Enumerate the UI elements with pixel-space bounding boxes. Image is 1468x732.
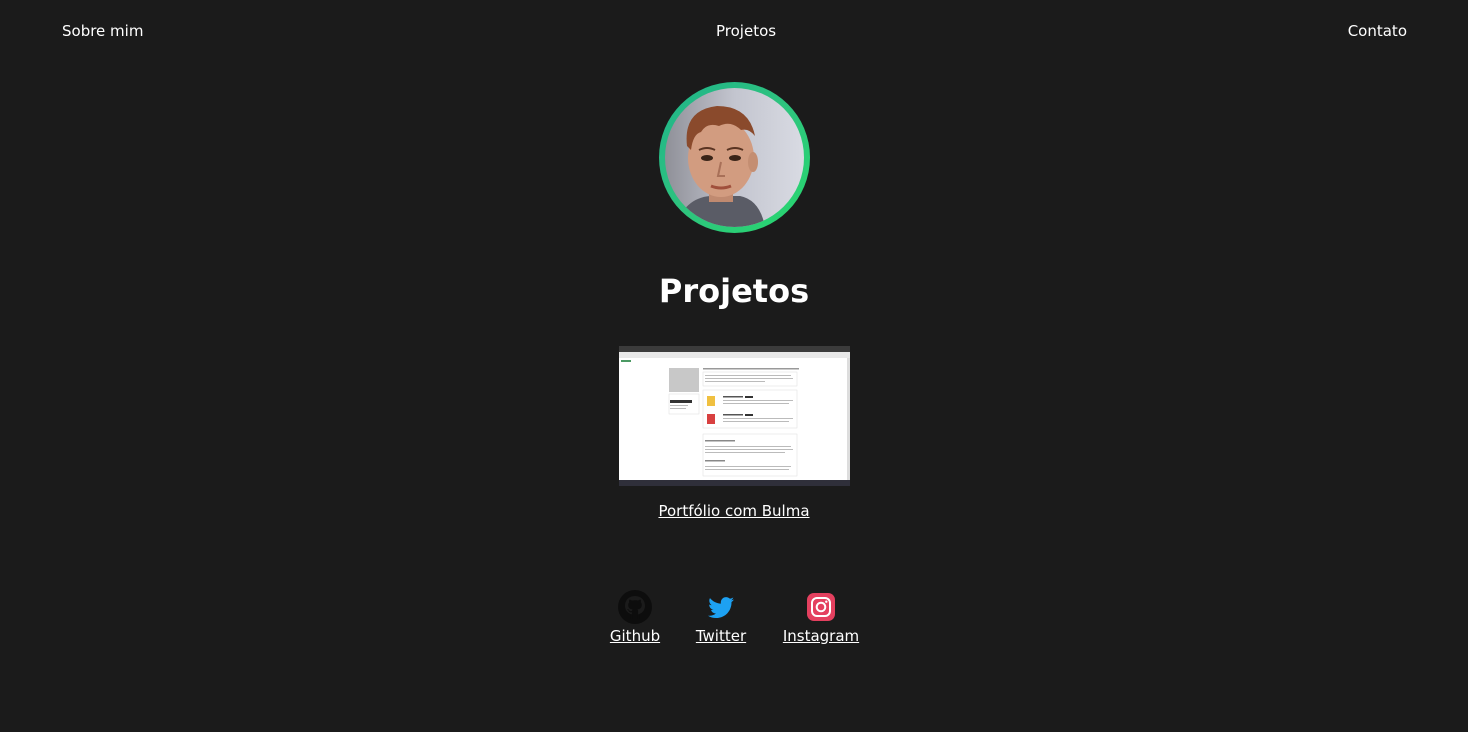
social-github: Github (606, 589, 664, 645)
twitter-icon[interactable] (703, 589, 739, 625)
github-link[interactable]: Github (606, 627, 664, 645)
twitter-link[interactable]: Twitter (692, 627, 750, 645)
project-link-portfolio-bulma[interactable]: Portfólio com Bulma (658, 502, 809, 520)
nav-link-projetos[interactable]: Projetos (716, 22, 776, 40)
social-instagram: Instagram (780, 589, 862, 645)
github-icon[interactable] (617, 589, 653, 625)
instagram-icon[interactable] (803, 589, 839, 625)
social-twitter: Twitter (692, 589, 750, 645)
avatar (659, 82, 810, 233)
project-screenshot-image (619, 346, 850, 486)
top-nav: Sobre mim Projetos Contato (0, 22, 1468, 44)
nav-link-sobre-mim[interactable]: Sobre mim (62, 22, 143, 40)
section-title: Projetos (658, 272, 810, 310)
instagram-link[interactable]: Instagram (780, 627, 862, 645)
avatar-photo (665, 88, 804, 227)
project-thumbnail[interactable] (619, 346, 850, 486)
nav-link-contato[interactable]: Contato (1348, 22, 1407, 40)
project-caption: Portfólio com Bulma (0, 502, 1468, 520)
